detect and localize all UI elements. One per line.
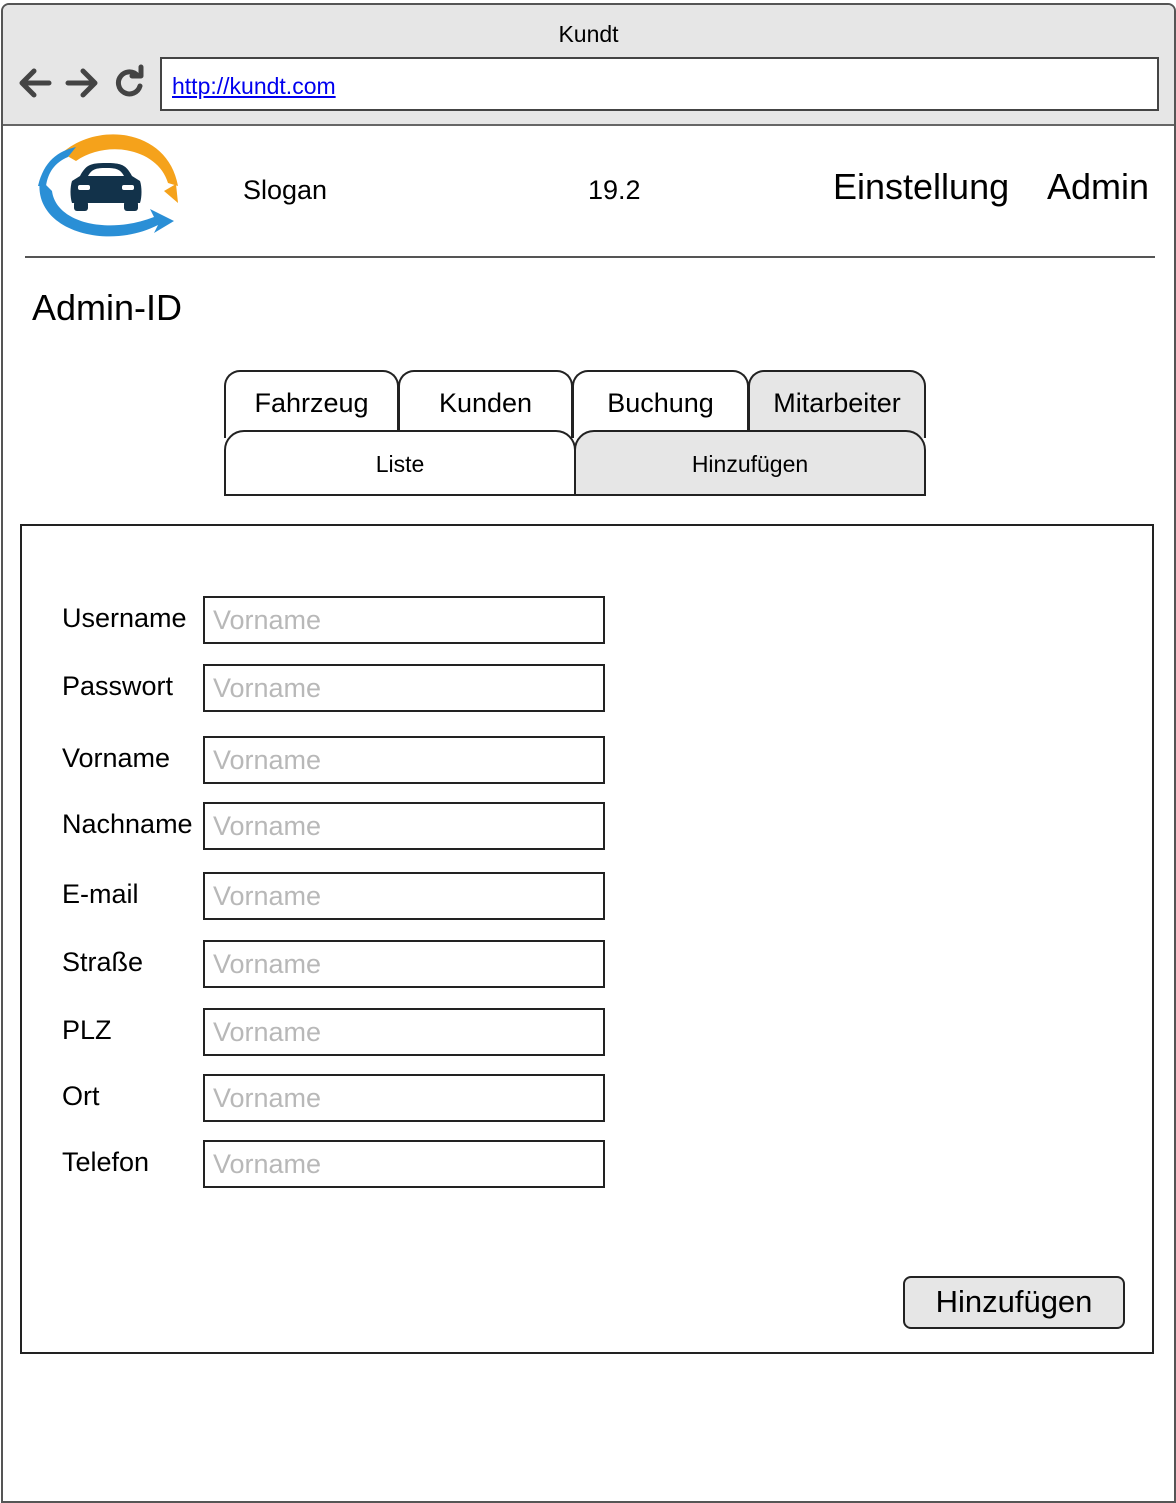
password-input[interactable] (203, 664, 605, 712)
email-input[interactable] (203, 872, 605, 920)
slogan: Slogan (243, 175, 328, 205)
window-title: Kundt (558, 21, 619, 47)
subtab-hinzufuegen[interactable]: Hinzufügen (574, 430, 926, 496)
url-bar[interactable]: http://kundt.com (160, 57, 1159, 111)
form-panel (20, 524, 1154, 1354)
street-label: Straße (62, 947, 144, 977)
tab-kunden[interactable]: Kunden (398, 370, 573, 438)
phone-label: Telefon (62, 1147, 150, 1177)
username-label: Username (62, 603, 187, 633)
email-label: E-mail (62, 879, 139, 909)
settings-link[interactable]: Einstellung (833, 166, 1009, 208)
page-title: Admin-ID (32, 287, 183, 328)
phone-input[interactable] (203, 1140, 605, 1188)
zip-input[interactable] (203, 1008, 605, 1056)
zip-label: PLZ (62, 1015, 112, 1045)
url-link[interactable]: http://kundt.com (172, 73, 336, 100)
lastname-input[interactable] (203, 802, 605, 850)
street-input[interactable] (203, 940, 605, 988)
password-label: Passwort (62, 671, 174, 701)
username-input[interactable] (203, 596, 605, 644)
firstname-label: Vorname (62, 743, 171, 773)
firstname-input[interactable] (203, 736, 605, 784)
version-label: 19.2 (588, 175, 641, 205)
car-logo-icon (38, 134, 178, 237)
add-button[interactable]: Hinzufügen (903, 1276, 1125, 1329)
city-label: Ort (62, 1081, 100, 1111)
browser-chrome: Kundt http://kundt.com (3, 5, 1174, 126)
tab-buchung[interactable]: Buchung (572, 370, 749, 438)
subtab-liste[interactable]: Liste (224, 430, 576, 496)
arrow-left-icon[interactable] (17, 63, 53, 103)
arrow-right-icon[interactable] (64, 63, 100, 103)
refresh-icon[interactable] (111, 63, 147, 103)
lastname-label: Nachname (62, 809, 193, 839)
tab-mitarbeiter[interactable]: Mitarbeiter (748, 370, 926, 438)
city-input[interactable] (203, 1074, 605, 1122)
tab-fahrzeug[interactable]: Fahrzeug (224, 370, 399, 438)
header-divider (25, 256, 1155, 258)
admin-link[interactable]: Admin (1047, 166, 1149, 208)
